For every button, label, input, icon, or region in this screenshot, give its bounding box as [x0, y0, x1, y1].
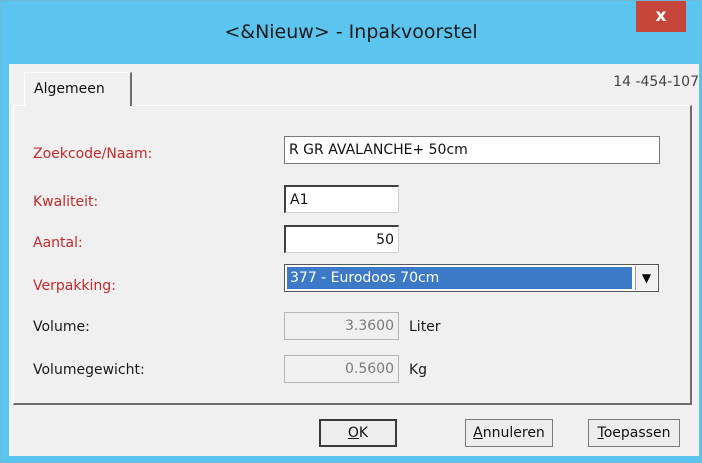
verpakking-label: Verpakking: — [33, 278, 116, 294]
kwaliteit-label: Kwaliteit: — [33, 194, 99, 210]
title-bar[interactable]: <&Nieuw> - Inpakvoorstel x — [1, 1, 701, 64]
tab-algemeen[interactable]: Algemeen — [24, 72, 132, 106]
volumegewicht-label: Volumegewicht: — [33, 362, 145, 378]
volume-label: Volume: — [33, 319, 90, 335]
record-code: 14 -454-107 — [613, 74, 699, 90]
verpakking-selected-value: 377 - Eurodoos 70cm — [287, 267, 632, 289]
toepassen-button[interactable]: Toepassen — [588, 419, 680, 447]
dropdown-button[interactable]: ▼ — [635, 266, 657, 290]
zoekcode-input[interactable]: R GR AVALANCHE+ 50cm — [284, 136, 660, 164]
volume-field: 3.3600 — [284, 312, 399, 340]
aantal-input[interactable]: 50 — [284, 225, 399, 253]
close-button[interactable]: x — [636, 1, 686, 32]
tab-panel-algemeen: Zoekcode/Naam: R GR AVALANCHE+ 50cm Kwal… — [13, 105, 692, 405]
kwaliteit-input[interactable]: A1 — [284, 185, 399, 213]
aantal-label: Aantal: — [33, 235, 83, 251]
window-title: <&Nieuw> - Inpakvoorstel — [224, 21, 478, 43]
volumegewicht-field: 0.5600 — [284, 355, 399, 383]
chevron-down-icon: ▼ — [641, 271, 652, 285]
volumegewicht-unit: Kg — [409, 362, 428, 378]
dialog-window: <&Nieuw> - Inpakvoorstel x Algemeen 14 -… — [0, 0, 702, 463]
zoekcode-label: Zoekcode/Naam: — [33, 146, 153, 162]
ok-button[interactable]: OK — [319, 419, 397, 447]
annuleren-button[interactable]: Annuleren — [465, 419, 553, 447]
volume-unit: Liter — [409, 319, 441, 335]
dialog-client-area: Algemeen 14 -454-107 Zoekcode/Naam: R GR… — [9, 64, 699, 456]
verpakking-select[interactable]: 377 - Eurodoos 70cm ▼ — [284, 264, 659, 292]
close-icon: x — [655, 6, 667, 26]
